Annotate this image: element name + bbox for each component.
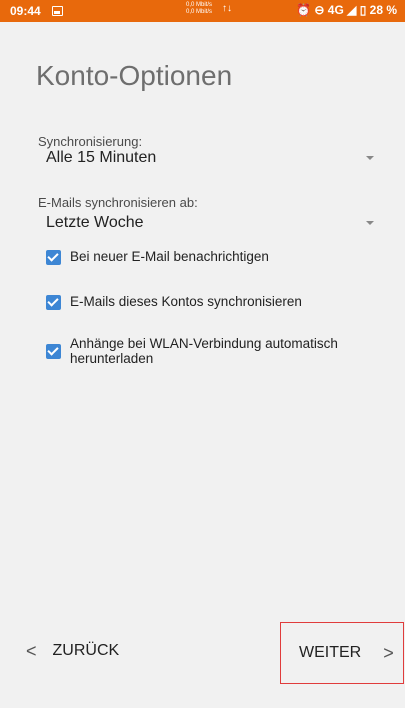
status-indicators: ⏰ ⊖ 4G ◢ ▯ 28 % [296, 3, 397, 17]
account-options-screen: Konto-Optionen Synchronisierung: Alle 15… [0, 22, 405, 632]
next-button-label: WEITER [299, 644, 362, 661]
back-button[interactable]: < ZURÜCK [26, 641, 119, 661]
back-button-label: ZURÜCK [52, 642, 120, 659]
checkbox-label: Anhänge bei WLAN-Verbindung automatisch … [70, 336, 338, 366]
network-speed: 0,0 Mbit/s 0,0 Mbit/s [186, 2, 212, 16]
chevron-right-icon: > [383, 642, 394, 663]
sync-frequency-select[interactable]: Alle 15 Minuten [46, 149, 376, 171]
image-notification-icon [52, 6, 63, 16]
chevron-left-icon: < [26, 640, 37, 661]
notify-new-mail-checkbox[interactable]: Bei neuer E-Mail benachrichtigen [46, 249, 366, 265]
bottom-navigation: < ZURÜCK WEITER > [0, 622, 405, 708]
next-button[interactable]: WEITER > [280, 622, 404, 684]
checkbox-checked-icon [46, 344, 61, 359]
sync-from-select[interactable]: Letzte Woche [46, 214, 376, 236]
network-speed-up: 0,0 Mbit/s [186, 2, 213, 8]
checkbox-checked-icon [46, 295, 61, 310]
dropdown-arrow-icon [366, 156, 374, 160]
network-speed-down: 0,0 Mbit/s [186, 9, 213, 15]
sync-frequency-label: Synchronisierung: [38, 134, 143, 149]
checkbox-label: Bei neuer E-Mail benachrichtigen [70, 249, 269, 264]
sync-frequency-value: Alle 15 Minuten [46, 149, 157, 166]
status-time: 09:44 [10, 4, 41, 18]
page-title: Konto-Optionen [36, 60, 233, 91]
checkbox-label: E-Mails dieses Kontos synchronisieren [70, 294, 302, 309]
dropdown-arrow-icon [366, 221, 374, 225]
checkbox-checked-icon [46, 250, 61, 265]
status-bar: 09:44 0,0 Mbit/s 0,0 Mbit/s ↑↓ ⏰ ⊖ 4G ◢ … [0, 0, 405, 22]
sync-account-checkbox[interactable]: E-Mails dieses Kontos synchronisieren [46, 294, 366, 310]
download-attachments-wlan-checkbox[interactable]: Anhänge bei WLAN-Verbindung automatisch … [46, 336, 366, 366]
data-arrows-icon: ↑↓ [222, 3, 232, 14]
sync-from-value: Letzte Woche [46, 214, 144, 231]
sync-from-label: E-Mails synchronisieren ab: [38, 195, 198, 210]
